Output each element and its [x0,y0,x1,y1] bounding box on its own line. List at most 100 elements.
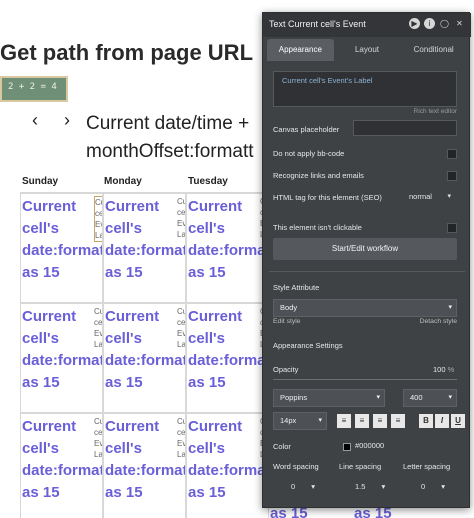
chevron-down-icon: ▾ [447,193,451,200]
edit-style-link[interactable]: Edit style [273,318,301,325]
calendar-cell[interactable]: Current cell's date:formatted as 15 Cu c… [186,413,269,518]
not-clickable-checkbox[interactable] [447,223,457,233]
calendar-cell[interactable]: Current cell's date:formatted as 15 Cu c… [103,303,186,413]
calendar-cell[interactable]: Current cell's date:formatted as 15 Cu c… [20,303,103,413]
current-date-line-2: monthOffset:formatt [86,141,254,162]
word-spacing-label: Word spacing [273,462,319,471]
panel-title: Text Current cell's Event [269,19,366,29]
font-weight-select[interactable]: 400 ▾ [403,389,457,407]
letter-spacing-value: 0 [421,482,426,491]
panel-header: Text Current cell's Event ▶ i ◯ ✕ [263,13,471,37]
page-title: Get path from page URL [0,40,254,65]
color-swatch[interactable] [343,443,351,451]
cell-date-text: Current cell's date:formatted as 15 [105,418,185,501]
calendar-cell[interactable]: Current cell's date:formatted as 15 Cu c… [186,193,269,303]
html-tag-select[interactable]: normal ▾ [403,189,455,205]
calendar-cell[interactable]: Current cell's date:formatted as 15 Cu c… [103,413,186,518]
html-tag-label: HTML tag for this element (SEO) [273,193,382,202]
align-right-icon[interactable]: ≡ [373,414,387,428]
align-left-icon[interactable]: ≡ [337,414,351,428]
property-editor-panel: Text Current cell's Event ▶ i ◯ ✕ Appear… [262,12,471,508]
cell-event-text[interactable]: Cu ce Ev La [177,196,185,240]
chevron-down-icon: ▾ [448,304,452,311]
text-content-editor[interactable]: Current cell's Event's Label [273,71,457,107]
tab-conditional[interactable]: Conditional [400,39,467,61]
italic-button[interactable]: I [435,414,449,428]
align-center-icon[interactable]: ≡ [355,414,369,428]
calendar-cell[interactable]: Current cell's date:formatted as 15 Cu c… [186,303,269,413]
panel-header-icons: ▶ i ◯ ✕ [409,18,465,29]
current-date-text: Current date/time + monthOffset:formatt [86,110,254,166]
opacity-unit: % [447,365,455,374]
cell-event-text[interactable]: Cu ce Ev La [94,416,102,460]
preview-play-icon[interactable]: ▶ [409,18,420,29]
calendar-cell[interactable]: Current cell's date:formatted as 15 Cu c… [20,413,103,518]
tab-appearance[interactable]: Appearance [267,39,334,61]
no-bbcode-label: Do not apply bb-code [273,149,345,158]
cell-event-text[interactable]: Cu ce Ev La [94,306,102,350]
opacity-input[interactable]: 100 % [433,365,454,374]
chevron-down-icon: ▾ [318,417,322,424]
bold-button[interactable]: B [419,414,433,428]
opacity-label: Opacity [273,365,299,374]
font-family-select[interactable]: Poppins ▾ [273,389,385,407]
chalkboard-image: 2 + 2 = 4 [0,76,68,102]
cell-event-text[interactable]: Cu ce Ev La [177,416,185,460]
cell-event-text[interactable]: Cu ce Ev La [177,306,185,350]
cell-date-text: Current cell's date:formatted as 15 [22,308,102,391]
next-month-icon[interactable]: › [64,110,70,131]
line-spacing-value: 1.5 [355,482,366,491]
cell-date-text: Current cell's date:formatted as 15 [105,198,185,281]
editor-screen: Get path from page URL 2 + 2 = 4 ‹ › Cur… [0,0,474,518]
cell-date-text: Current cell's date:formatted as 15 [22,198,102,281]
recognize-links-checkbox[interactable] [447,171,457,181]
text-content-value: Current cell's Event's Label [282,76,373,85]
comment-icon[interactable]: ◯ [439,18,450,29]
opacity-slider[interactable] [273,379,457,380]
letter-spacing-label: Letter spacing [403,462,451,471]
calendar-cell[interactable]: Current cell's date:formatted as 15 Cu c… [103,193,186,303]
word-spacing-input[interactable]: 0 ▾ [291,479,315,495]
font-size-select[interactable]: 14px ▾ [273,412,327,430]
letter-spacing-input[interactable]: 0 ▾ [421,479,445,495]
info-icon[interactable]: i [424,18,435,29]
no-bbcode-checkbox[interactable] [447,149,457,159]
rich-text-editor-link[interactable]: Rich text editor [414,108,457,115]
appearance-settings-heading: Appearance Settings [273,341,343,350]
word-spacing-value: 0 [291,482,296,491]
canvas-placeholder-label: Canvas placeholder [273,125,340,134]
tab-layout[interactable]: Layout [334,39,401,61]
chalkboard-text: 2 + 2 = 4 [8,82,57,92]
align-justify-icon[interactable]: ≡ [391,414,405,428]
opacity-value: 100 [433,365,446,374]
prev-month-icon[interactable]: ‹ [32,110,38,131]
calendar-cell[interactable]: Current cell's date:formatted as 15 Cu c… [20,193,103,303]
html-tag-value: normal [409,192,432,201]
style-select[interactable]: Body ▾ [273,299,457,317]
chevron-down-icon: ▾ [381,482,386,491]
font-weight-value: 400 [410,393,423,402]
line-spacing-input[interactable]: 1.5 ▾ [355,479,385,495]
close-icon[interactable]: ✕ [454,18,465,29]
panel-divider [269,271,465,272]
line-spacing-label: Line spacing [339,462,382,471]
detach-style-link[interactable]: Detach style [420,318,457,325]
chevron-down-icon: ▾ [376,394,380,401]
start-edit-workflow-button[interactable]: Start/Edit workflow [273,238,457,260]
cell-event-text[interactable]: Cu ce Ev La [94,196,102,242]
underline-button[interactable]: U [451,414,465,428]
cell-date-text: Current cell's date:formatted as 15 [188,418,268,501]
cell-date-text: Current cell's date:formatted as 15 [22,418,102,501]
not-clickable-label: This element isn't clickable [273,223,362,232]
color-value[interactable]: #000000 [355,441,384,450]
font-size-value: 14px [280,416,297,425]
cell-date-text: Current cell's date:formatted as 15 [188,308,268,391]
cell-date-text: Current cell's date:formatted as 15 [188,198,268,281]
chevron-down-icon: ▾ [311,482,316,491]
canvas-placeholder-input[interactable] [353,120,457,136]
font-family-value: Poppins [280,393,308,402]
color-label: Color [273,442,291,451]
day-header-sunday: Sunday [22,176,59,187]
day-header-tuesday: Tuesday [188,176,228,187]
day-header-monday: Monday [104,176,142,187]
